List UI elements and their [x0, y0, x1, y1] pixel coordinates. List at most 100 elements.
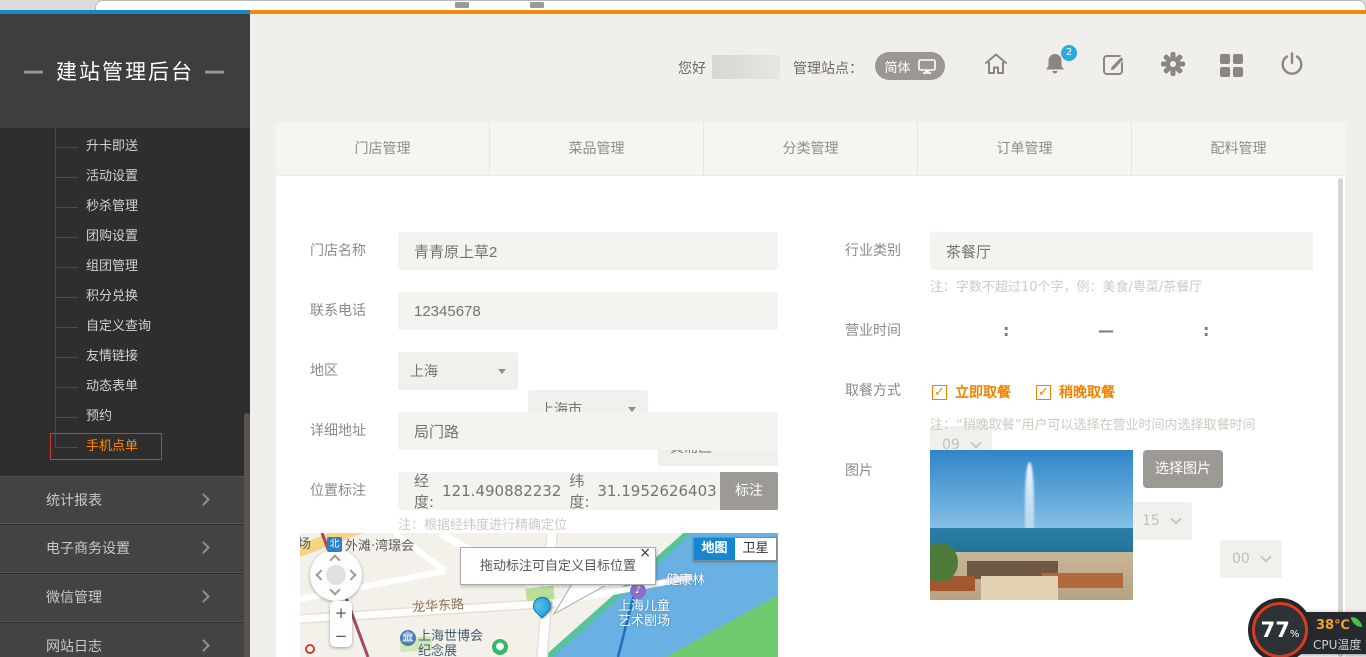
- province-select[interactable]: 上海: [398, 352, 518, 390]
- apps-button[interactable]: [1220, 50, 1250, 82]
- latitude-value: 31.1952626403: [597, 482, 716, 500]
- phone-input[interactable]: [398, 292, 778, 330]
- chevron-right-icon: [197, 493, 210, 506]
- chevron-down-icon: [1260, 551, 1271, 562]
- logout-button[interactable]: [1278, 50, 1308, 82]
- title-dash: —: [23, 59, 46, 83]
- sidebar-item-points-exchange[interactable]: 积分兑换: [0, 282, 250, 312]
- notifications-button[interactable]: 2: [1041, 50, 1071, 82]
- time-dash: —: [1098, 312, 1114, 350]
- map-zoom-control[interactable]: + −: [330, 601, 352, 647]
- browser-address-bar[interactable]: [95, 0, 1366, 10]
- tab-category-management[interactable]: 分类管理: [704, 122, 918, 175]
- edit-button[interactable]: [1100, 50, 1130, 82]
- sidebar-item-team-manage[interactable]: 组团管理: [0, 252, 250, 282]
- map-type-toggle: 地图 卫星: [693, 537, 777, 561]
- industry-input[interactable]: [930, 232, 1313, 270]
- chevron-down-icon: [1170, 513, 1181, 524]
- coordinates-field[interactable]: 经度: 121.490882232 纬度: 31.1952626403: [398, 472, 720, 510]
- map-view-button[interactable]: 地图: [694, 538, 735, 560]
- hours-label: 营业时间: [845, 312, 901, 350]
- store-name-label: 门店名称: [310, 232, 366, 270]
- pickup-note: 注：“稍晚取餐”用户可以选择在营业时间内选择取餐时间: [930, 414, 1255, 433]
- pan-up-icon[interactable]: [329, 554, 340, 565]
- sidebar-item-flash-sale[interactable]: 秒杀管理: [0, 192, 250, 222]
- settings-button[interactable]: [1159, 50, 1189, 82]
- pan-left-icon[interactable]: [315, 569, 326, 580]
- sidebar-group-ecommerce[interactable]: 电子商务设置: [0, 525, 250, 573]
- tab-dish-management[interactable]: 菜品管理: [490, 122, 704, 175]
- longitude-value: 121.490882232: [442, 482, 561, 500]
- admin-logo-title: — 建站管理后台 —: [0, 14, 250, 128]
- home-button[interactable]: [982, 50, 1012, 82]
- chevron-right-icon: [197, 541, 210, 554]
- map-label-forest: 健康林: [666, 569, 705, 588]
- store-name-input[interactable]: [398, 232, 778, 270]
- zoom-in-button[interactable]: +: [335, 604, 348, 622]
- cpu-usage-gauge[interactable]: 77 %: [1252, 602, 1308, 657]
- language-pill-button[interactable]: 简体: [875, 52, 945, 80]
- location-label: 位置标注: [310, 472, 366, 510]
- close-hour-select[interactable]: 15: [1130, 502, 1192, 540]
- mark-location-button[interactable]: 标注: [720, 472, 778, 510]
- longitude-label: 经度:: [414, 470, 434, 512]
- sidebar-item-card-gift[interactable]: 升卡即送: [0, 132, 250, 162]
- cpu-temperature-label: CPU温度: [1313, 636, 1361, 653]
- sidebar-item-activity-settings[interactable]: 活动设置: [0, 162, 250, 192]
- sidebar-item-reservation[interactable]: 预约: [0, 402, 250, 432]
- sidebar-group-wechat[interactable]: 微信管理: [0, 574, 250, 622]
- sidebar-group-statistics[interactable]: 统计报表: [0, 476, 250, 524]
- time-colon: :: [1203, 312, 1209, 350]
- panel-scrollbar[interactable]: [1338, 178, 1343, 657]
- zoom-out-button[interactable]: −: [335, 627, 348, 645]
- location-map[interactable]: 场 外滩·湾璟会 龙华东路 上海世博会 纪念展 上海儿童 艺术剧场 健康林 🏛 …: [300, 533, 778, 657]
- satellite-view-button[interactable]: 卫星: [735, 538, 776, 560]
- region-label: 地区: [310, 352, 338, 390]
- pickup-later-checkbox[interactable]: ✓ 稍晚取餐: [1036, 382, 1115, 402]
- map-label-road: 龙华东路: [411, 593, 464, 616]
- pan-right-icon[interactable]: [345, 569, 356, 580]
- industry-note: 注：字数不超过10个字，例：美食/粤菜/茶餐厅: [930, 276, 1202, 295]
- checkbox-checked-icon: ✓: [1036, 385, 1051, 400]
- home-icon: [982, 50, 1010, 78]
- choose-image-button[interactable]: 选择图片: [1143, 450, 1223, 488]
- map-tooltip: 拖动标注可自定义目标位置 ×: [460, 547, 656, 585]
- active-item-outline: [50, 433, 162, 460]
- tab-order-management[interactable]: 订单管理: [918, 122, 1132, 175]
- greeting-text: 您好: [678, 58, 706, 80]
- pickup-now-checkbox[interactable]: ✓ 立即取餐: [932, 382, 1011, 402]
- tab-bar: 门店管理 菜品管理 分类管理 订单管理 配料管理: [276, 122, 1345, 176]
- map-label-expo-2: 纪念展: [418, 640, 457, 657]
- checkbox-checked-icon: ✓: [932, 385, 947, 400]
- chevron-right-icon: [197, 590, 210, 603]
- sidebar-item-friend-links[interactable]: 友情链接: [0, 342, 250, 372]
- sidebar-item-group-buy[interactable]: 团购设置: [0, 222, 250, 252]
- sidebar-item-dynamic-form[interactable]: 动态表单: [0, 372, 250, 402]
- pan-down-icon[interactable]: [329, 584, 340, 595]
- title-dash: —: [204, 59, 227, 83]
- tab-ingredient-management[interactable]: 配料管理: [1132, 122, 1345, 175]
- museum-poi-icon[interactable]: 🏛: [400, 630, 416, 646]
- pan-center[interactable]: [326, 565, 346, 585]
- tab-store-management[interactable]: 门店管理: [276, 122, 490, 175]
- monitor-icon: [918, 59, 936, 74]
- close-icon[interactable]: ×: [639, 546, 651, 560]
- address-label: 详细地址: [310, 412, 366, 450]
- store-photo: [930, 450, 1133, 600]
- cpu-temperature-value: 38℃: [1316, 618, 1350, 633]
- sidebar-scrollbar[interactable]: [244, 413, 250, 657]
- sidebar-item-custom-query[interactable]: 自定义查询: [0, 312, 250, 342]
- north-indicator: 北: [327, 537, 342, 552]
- map-pan-control[interactable]: [310, 549, 362, 601]
- park-poi-icon[interactable]: ●: [492, 639, 508, 655]
- map-label-partial: 场: [300, 533, 311, 552]
- latitude-label: 纬度:: [569, 470, 589, 512]
- grid-icon: [1220, 54, 1250, 77]
- address-input[interactable]: [398, 412, 778, 450]
- power-icon: [1278, 50, 1306, 78]
- chevron-down-icon: [970, 437, 981, 448]
- close-minute-select[interactable]: 00: [1220, 540, 1282, 578]
- sidebar-group-site-log[interactable]: 网站日志: [0, 623, 250, 657]
- time-colon: :: [1003, 312, 1009, 350]
- edit-icon: [1100, 50, 1128, 78]
